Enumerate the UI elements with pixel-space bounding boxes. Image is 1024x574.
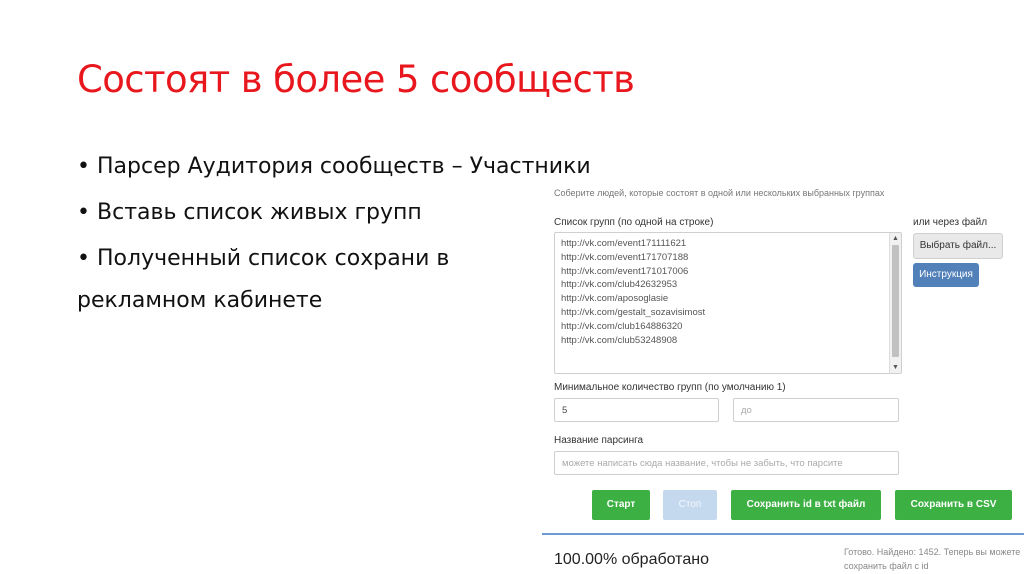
group-url: http://vk.com/club53248908 (561, 334, 678, 346)
status-text: Готово. Найдено: 1452. Теперь вы можете … (844, 547, 1021, 571)
divider (542, 533, 1024, 535)
textarea-scrollbar[interactable]: ▲ ▼ (889, 233, 901, 373)
file-label: или через файл (913, 217, 988, 228)
group-url: http://vk.com/event171707188 (561, 251, 689, 263)
groups-label: Список групп (по одной на строке) (554, 217, 714, 228)
save-csv-button[interactable]: Сохранить в CSV (895, 490, 1012, 520)
min-groups-label: Минимальное количество групп (по умолчан… (554, 382, 786, 393)
group-url: http://vk.com/aposoglasie (561, 293, 669, 305)
parsing-name-label: Название парсинга (554, 435, 644, 446)
start-button[interactable]: Старт (592, 490, 650, 520)
group-url: http://vk.com/club164886320 (561, 320, 683, 332)
group-url: http://vk.com/event171111621 (561, 238, 687, 249)
bullet-text: Вставь список живых групп (97, 200, 422, 225)
bullet-item: • Парсер Аудитория сообществ – Участники (77, 154, 591, 179)
group-url: http://vk.com/club42632953 (561, 279, 678, 291)
bullet-dot-icon: • (77, 200, 90, 225)
groups-list: http://vk.com/event171111621 http://vk.c… (561, 237, 705, 347)
bullet-dot-icon: • (77, 154, 90, 179)
stop-button[interactable]: Стоп (663, 490, 717, 520)
bullet-text: Парсер Аудитория сообществ – Участники (97, 154, 591, 179)
parser-hint: Соберите людей, которые состоят в одной … (554, 188, 885, 198)
max-groups-input[interactable]: до (733, 398, 899, 422)
progress-text: 100.00% обработано (554, 551, 709, 568)
bullet-item: • Полученный список сохрани в (77, 246, 449, 271)
bullet-continuation: рекламном кабинете (77, 288, 323, 313)
bullet-text: Полученный список сохрани в (97, 246, 450, 271)
parsing-name-input[interactable]: можете написать сюда название, чтобы не … (554, 451, 899, 475)
slide-title: Состоят в более 5 сообществ (77, 58, 635, 101)
save-txt-button[interactable]: Сохранить id в txt файл (731, 490, 881, 520)
bullet-item: • Вставь список живых групп (77, 200, 422, 225)
scroll-thumb[interactable] (892, 245, 899, 357)
group-url: http://vk.com/event171017006 (561, 265, 689, 277)
bullet-dot-icon: • (77, 246, 90, 271)
parser-panel: Соберите людей, которые состоят в одной … (542, 180, 1024, 574)
scroll-down-icon[interactable]: ▼ (890, 362, 901, 373)
scroll-up-icon[interactable]: ▲ (890, 233, 901, 244)
choose-file-button[interactable]: Выбрать файл... (913, 233, 1003, 259)
groups-textarea[interactable]: http://vk.com/event171111621 http://vk.c… (554, 232, 902, 374)
min-groups-input[interactable]: 5 (554, 398, 719, 422)
group-url: http://vk.com/gestalt_sozavisimost (561, 306, 706, 318)
instructions-button[interactable]: Инструкция (913, 263, 979, 287)
